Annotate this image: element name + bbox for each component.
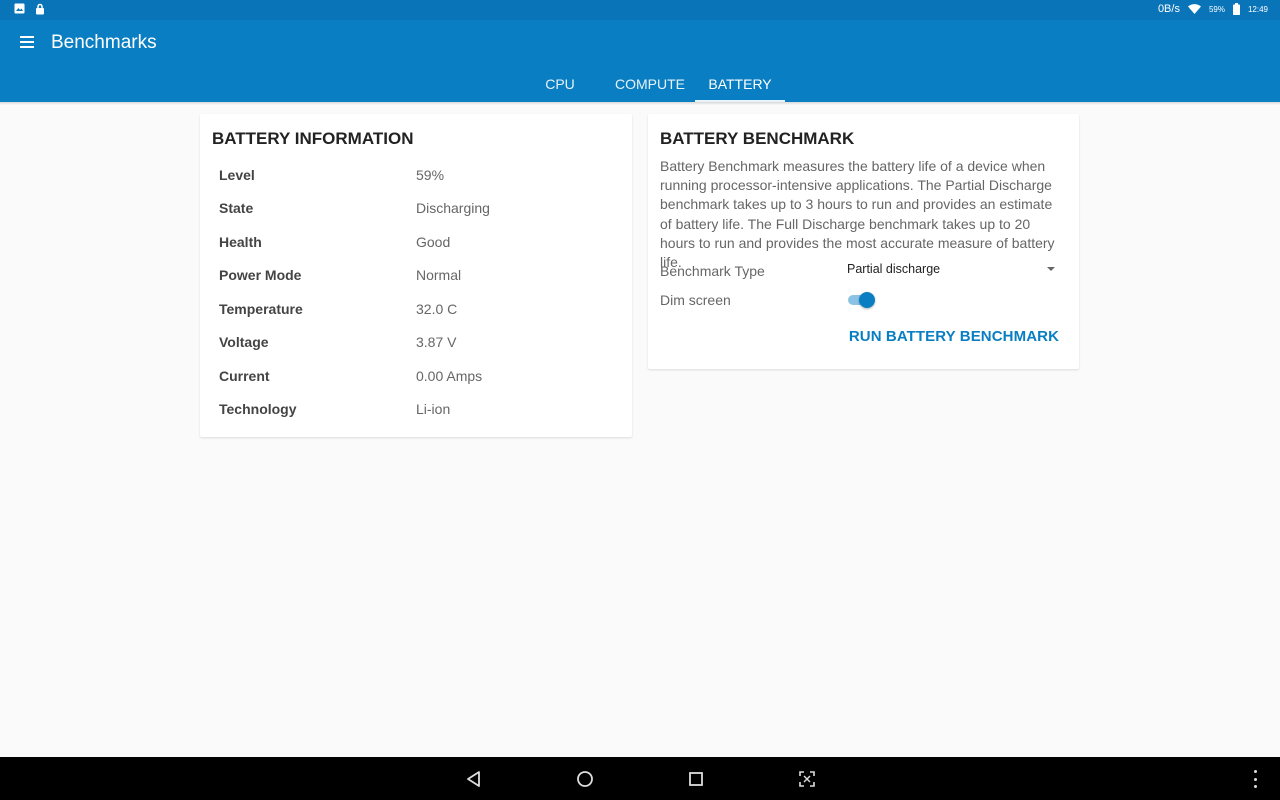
info-value: Good [416,233,451,250]
status-bar: 0B/s 59% 12:49 [0,0,1280,20]
run-battery-benchmark-button[interactable]: RUN BATTERY BENCHMARK [849,328,1059,345]
recent-apps-icon[interactable] [685,768,707,790]
info-label: Voltage [219,334,269,351]
image-notification-icon [14,3,25,14]
info-row-technology: Technology Li-ion [219,393,619,427]
info-row-level: Level 59% [219,158,619,192]
navigation-bar [0,757,1280,800]
battery-icon [1232,3,1240,15]
battery-info-list: Level 59% State Discharging Health Good … [219,158,619,426]
lock-notification-icon [36,3,44,15]
wifi-icon [1187,4,1201,14]
benchmark-type-value: Partial discharge [847,262,941,276]
battery-benchmark-card: BATTERY BENCHMARK Battery Benchmark meas… [648,114,1079,369]
app-bar: Benchmarks CPU COMPUTE BATTERY [0,20,1280,102]
info-row-current: Current 0.00 Amps [219,359,619,393]
info-label: State [219,200,254,217]
dim-screen-toggle[interactable] [848,291,876,309]
battery-percent: 59% [1208,4,1225,14]
info-label: Temperature [219,300,303,317]
info-label: Technology [219,401,297,418]
tab-compute[interactable]: COMPUTE [605,70,695,102]
battery-information-card: BATTERY INFORMATION Level 59% State Disc… [200,114,632,437]
tab-bar: CPU COMPUTE BATTERY [515,70,785,102]
app-title: Benchmarks [51,32,157,53]
tab-cpu[interactable]: CPU [515,70,605,102]
info-value: 3.87 V [416,334,457,351]
back-icon[interactable] [463,768,485,790]
info-value: 0.00 Amps [416,367,483,384]
more-options-icon[interactable] [1252,770,1258,788]
info-value: Li-ion [416,401,451,418]
info-value: Normal [416,267,462,284]
home-icon[interactable] [574,768,596,790]
info-label: Power Mode [219,267,302,284]
info-label: Current [219,367,270,384]
info-row-voltage: Voltage 3.87 V [219,326,619,360]
info-row-state: State Discharging [219,192,619,226]
app-bar-shadow [0,102,1280,105]
menu-icon[interactable] [14,32,40,52]
tab-battery[interactable]: BATTERY [695,70,785,102]
benchmark-type-select[interactable]: Partial discharge [847,262,1057,280]
battery-benchmark-title: BATTERY BENCHMARK [660,129,855,148]
info-value: 32.0 C [416,300,458,317]
dim-screen-label: Dim screen [660,292,731,308]
info-value: Discharging [416,200,490,217]
info-label: Level [219,166,255,183]
network-speed: 0B/s [1157,3,1180,15]
benchmark-description: Battery Benchmark measures the battery l… [660,158,1055,271]
benchmark-type-label: Benchmark Type [660,263,765,279]
screenshot-icon[interactable] [796,768,818,790]
info-row-health: Health Good [219,225,619,259]
toggle-thumb [859,292,875,308]
info-row-power-mode: Power Mode Normal [219,259,619,293]
dropdown-arrow-icon [1047,267,1055,271]
clock: 12:49 [1247,4,1268,14]
info-row-temperature: Temperature 32.0 C [219,292,619,326]
info-value: 59% [416,166,445,183]
battery-information-title: BATTERY INFORMATION [212,129,414,148]
info-label: Health [219,233,262,250]
